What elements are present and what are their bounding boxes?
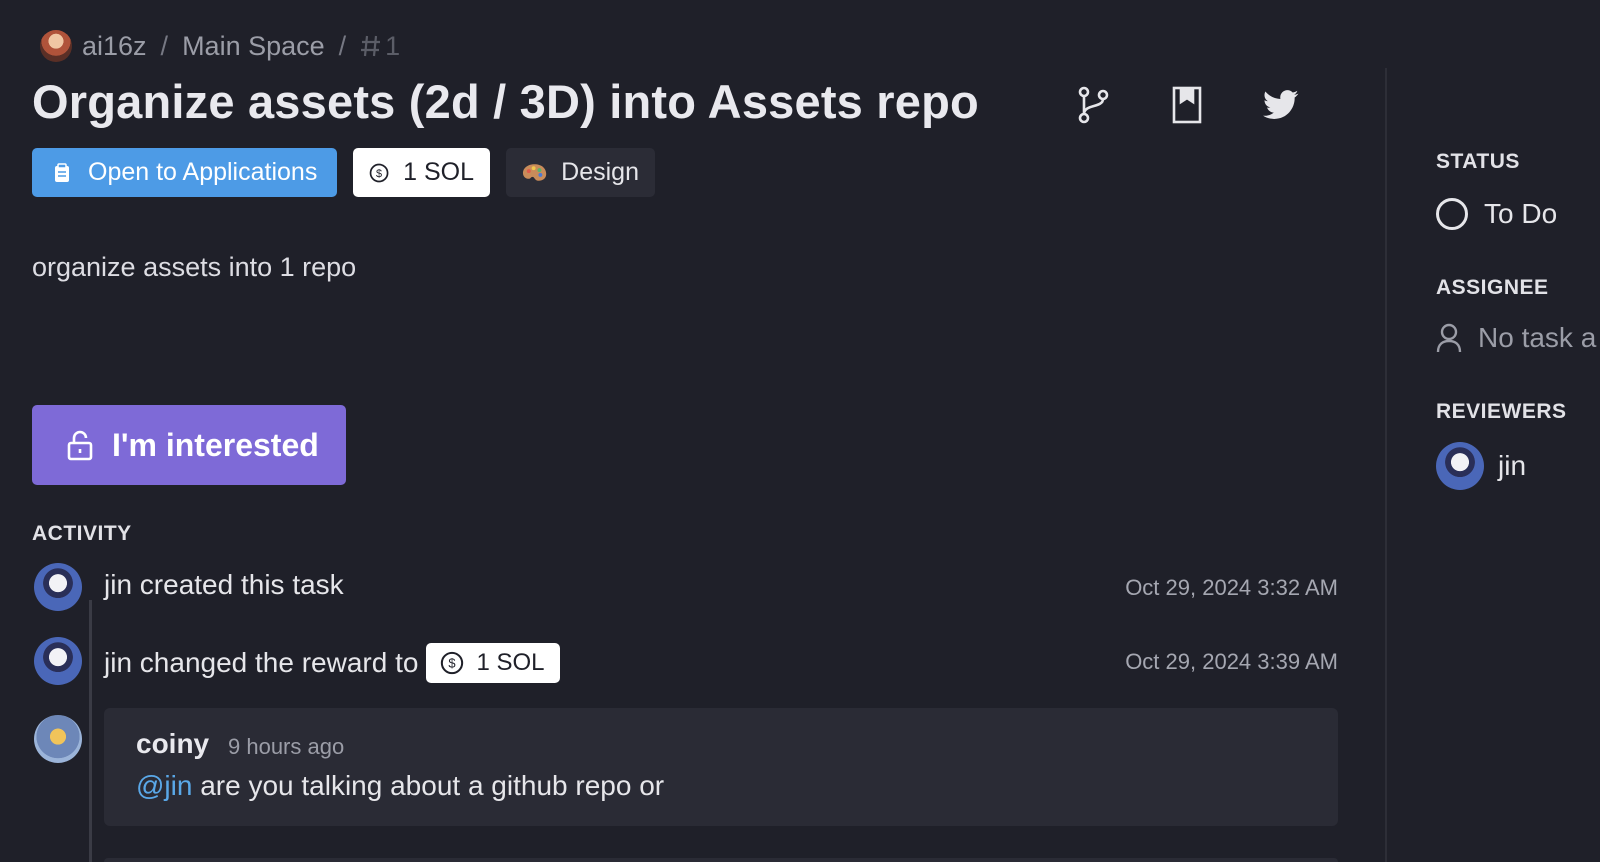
page-title: Organize assets (2d / 3D) into Assets re… bbox=[32, 75, 979, 128]
bookmark-button[interactable] bbox=[1166, 84, 1208, 126]
reviewer-name: jin bbox=[1498, 450, 1527, 481]
breadcrumb-space-link[interactable]: Main Space bbox=[182, 31, 325, 62]
task-sidebar: STATUS To Do ASSIGNEE No task a REVIEWER… bbox=[1436, 150, 1600, 862]
activity-text: jin changed the reward to bbox=[104, 647, 419, 678]
avatar bbox=[1436, 442, 1484, 490]
person-icon bbox=[1436, 323, 1462, 353]
todo-circle-icon bbox=[1436, 198, 1468, 230]
avatar[interactable] bbox=[34, 563, 82, 611]
breadcrumb-separator: / bbox=[160, 30, 169, 61]
status-value[interactable]: To Do bbox=[1436, 198, 1557, 230]
task-description: organize assets into 1 repo bbox=[32, 252, 357, 282]
reward-badge-label: 1 SOL bbox=[476, 649, 545, 676]
comment-author[interactable]: coiny bbox=[136, 728, 209, 760]
reward-badge: $ 1 SOL bbox=[426, 643, 561, 683]
reviewers-heading: REVIEWERS bbox=[1436, 400, 1567, 423]
status-section: STATUS bbox=[1436, 150, 1520, 174]
user-mention-link[interactable]: @jin bbox=[136, 770, 192, 801]
category-badge-label: Design bbox=[561, 158, 639, 186]
svg-text:$: $ bbox=[449, 656, 456, 671]
breadcrumb-org-link[interactable]: ai16z bbox=[82, 31, 147, 62]
twitter-share-button[interactable] bbox=[1260, 84, 1302, 126]
sidebar-divider bbox=[1385, 68, 1387, 862]
reviewers-section: REVIEWERS bbox=[1436, 400, 1567, 424]
interested-button[interactable]: I'm interested bbox=[32, 405, 346, 485]
comment-body: @jin are you talking about a github repo… bbox=[136, 770, 664, 802]
interested-button-label: I'm interested bbox=[112, 426, 319, 463]
dollar-coin-icon: $ bbox=[369, 163, 389, 182]
activity-text: jin created this task bbox=[104, 569, 344, 600]
assignee-value-label: No task a bbox=[1478, 322, 1597, 353]
hash-icon bbox=[361, 35, 381, 57]
org-avatar bbox=[40, 30, 72, 62]
status-heading: STATUS bbox=[1436, 150, 1520, 173]
status-badge-label: Open to Applications bbox=[88, 158, 318, 186]
task-main: ai16z / Main Space / 1 Organize assets (… bbox=[32, 0, 1338, 862]
avatar[interactable] bbox=[34, 715, 82, 763]
breadcrumb: ai16z / Main Space / 1 bbox=[40, 28, 400, 64]
clipboard-icon bbox=[55, 162, 69, 182]
task-number-value: 1 bbox=[385, 30, 401, 61]
comment-timestamp: 9 hours ago bbox=[228, 734, 345, 759]
category-badge[interactable]: Design bbox=[506, 148, 655, 197]
activity-text-row: jin changed the reward to $ 1 SOL bbox=[104, 643, 561, 683]
activity-heading: ACTIVITY bbox=[32, 522, 132, 545]
breadcrumb-separator: / bbox=[338, 30, 347, 61]
next-comment-card bbox=[104, 858, 1338, 862]
reward-badge: $ 1 SOL bbox=[353, 148, 490, 197]
assignee-section: ASSIGNEE bbox=[1436, 276, 1549, 300]
activity-timestamp: Oct 29, 2024 3:32 AM bbox=[1125, 575, 1338, 600]
comment-card: coiny 9 hours ago @jin are you talking a… bbox=[104, 708, 1338, 826]
avatar[interactable] bbox=[34, 637, 82, 685]
status-selector[interactable]: To Do bbox=[1436, 198, 1557, 230]
comment-text: are you talking about a github repo or bbox=[192, 770, 665, 801]
status-value-label: To Do bbox=[1484, 198, 1558, 229]
reviewer-item[interactable]: jin bbox=[1436, 442, 1526, 490]
bookmark-icon bbox=[1172, 86, 1202, 124]
palette-icon bbox=[522, 163, 547, 181]
reward-badge-label: 1 SOL bbox=[403, 158, 474, 186]
unlock-icon bbox=[67, 430, 93, 461]
task-tags: Open to Applications $ 1 SOL Design bbox=[32, 148, 655, 197]
git-branch-button[interactable] bbox=[1072, 84, 1114, 126]
activity-timestamp: Oct 29, 2024 3:39 AM bbox=[1125, 649, 1338, 674]
activity-item: jin changed the reward to $ 1 SOL Oct 29… bbox=[32, 637, 1338, 687]
svg-text:$: $ bbox=[376, 167, 382, 179]
status-badge: Open to Applications bbox=[32, 148, 337, 197]
assignee-value[interactable]: No task a bbox=[1436, 322, 1596, 354]
dollar-coin-icon: $ bbox=[441, 651, 464, 675]
task-number: 1 bbox=[360, 31, 400, 62]
activity-item: jin created this task Oct 29, 2024 3:32 … bbox=[32, 563, 1338, 613]
reviewer-value[interactable]: jin bbox=[1436, 442, 1526, 490]
twitter-icon bbox=[1263, 90, 1299, 119]
git-branch-icon bbox=[1078, 86, 1109, 124]
title-actions bbox=[1072, 84, 1302, 126]
assignee-selector[interactable]: No task a bbox=[1436, 322, 1596, 354]
assignee-heading: ASSIGNEE bbox=[1436, 276, 1549, 299]
